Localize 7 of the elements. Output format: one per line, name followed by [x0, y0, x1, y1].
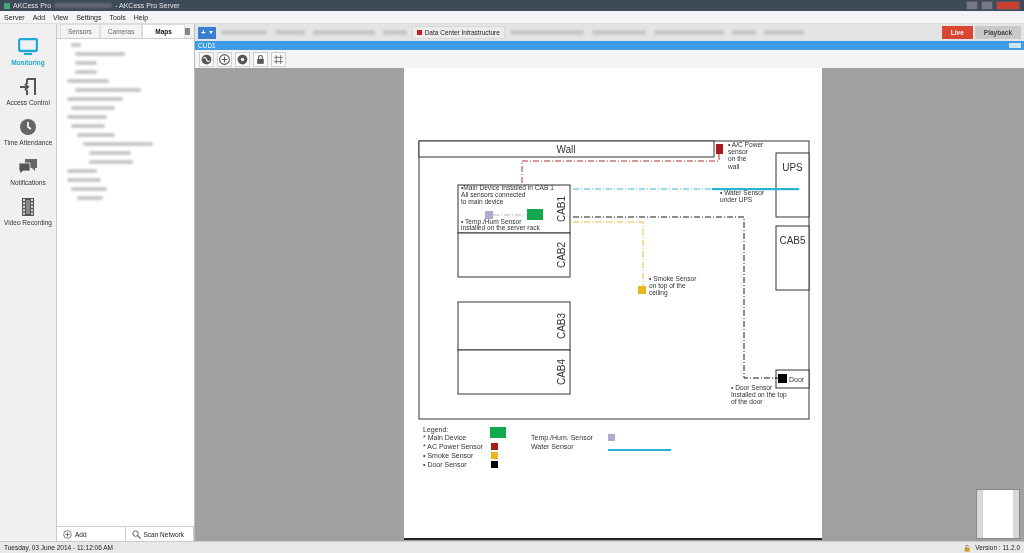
wall-drawing: Wall — [418, 140, 715, 158]
cabinet: UPS — [775, 152, 810, 218]
cabinet: CAB4 — [457, 349, 571, 395]
cabinet: CAB3 — [457, 301, 571, 351]
cabinet: CAB2 — [457, 232, 571, 278]
cabinet: CAB5 — [775, 225, 810, 291]
add-map-button[interactable]: + — [198, 26, 216, 39]
